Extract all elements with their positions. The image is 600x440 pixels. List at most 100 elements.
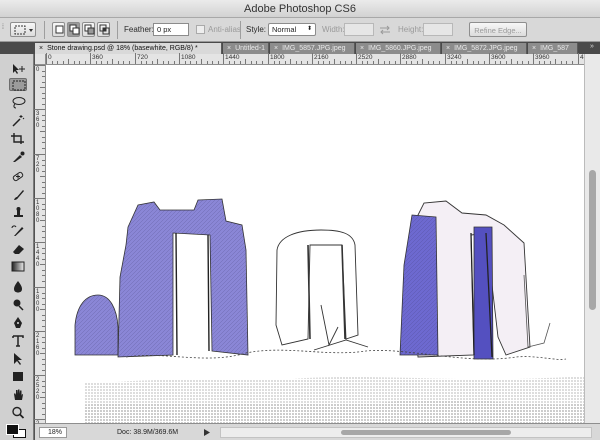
intersect-selection-button[interactable] xyxy=(97,22,110,37)
ruler-minor-tick xyxy=(42,93,45,94)
document-tab[interactable]: × Stone drawing.psd @ 18% (basewhite, RGB… xyxy=(35,43,222,54)
ruler-tick-label: 3240 xyxy=(447,54,462,61)
antialias-checkbox[interactable] xyxy=(196,25,205,34)
path-selection-button[interactable] xyxy=(9,352,27,365)
zoom-level-field[interactable]: 18% xyxy=(39,427,67,438)
ruler-minor-tick xyxy=(362,61,363,64)
ruler-minor-tick xyxy=(411,61,412,64)
horizontal-ruler[interactable]: 0 360 720 1080 1440 1800 2160 2520 2880 3240 3600 3… xyxy=(46,53,594,65)
ruler-minor-tick xyxy=(340,61,341,64)
clone-stamp-button[interactable] xyxy=(9,206,27,219)
document-tab-label: Stone drawing.psd @ 18% (basewhite, RGB/… xyxy=(47,45,198,52)
lasso-tool-button[interactable] xyxy=(9,96,27,109)
move-tool-icon xyxy=(13,64,25,74)
status-bar: 18% Doc: 38.9M/369.6M xyxy=(35,423,600,440)
width-input[interactable] xyxy=(344,23,374,36)
style-select[interactable]: Normal ⬍ xyxy=(268,23,316,36)
ruler-minor-tick xyxy=(42,215,45,216)
ruler-minor-tick xyxy=(473,61,474,64)
dodge-button[interactable] xyxy=(9,298,27,311)
zoom-tool-button[interactable] xyxy=(9,406,27,419)
vertical-scrollbar[interactable] xyxy=(584,54,600,423)
eraser-button[interactable] xyxy=(9,242,27,255)
document-tab-label: IMG_5872.JPG.jpeg xyxy=(454,45,518,52)
vertical-scroll-thumb[interactable] xyxy=(589,170,596,310)
more-tabs-icon[interactable]: » xyxy=(590,43,594,50)
ruler-minor-tick xyxy=(96,61,97,64)
ruler-tick-label: 2880 xyxy=(402,54,417,61)
eyedropper-button[interactable] xyxy=(9,150,27,163)
ruler-origin[interactable] xyxy=(35,54,46,65)
blur-button[interactable] xyxy=(9,280,27,293)
healing-brush-button[interactable] xyxy=(9,170,27,183)
ruler-minor-tick xyxy=(451,61,452,64)
ruler-minor-tick xyxy=(42,259,45,260)
close-tab-icon[interactable]: × xyxy=(360,43,364,54)
ruler-minor-tick xyxy=(262,61,263,64)
crop-tool-button[interactable] xyxy=(9,132,27,145)
hand-tool-button[interactable] xyxy=(9,388,27,401)
horizontal-scroll-thumb[interactable] xyxy=(341,430,511,435)
ruler-tick-label: 360 xyxy=(92,54,103,61)
ruler-minor-tick xyxy=(118,61,119,64)
ruler-minor-tick xyxy=(42,326,45,327)
ruler-tick-label: 3600 xyxy=(491,54,506,61)
ruler-minor-tick xyxy=(42,120,45,121)
tool-preset-picker[interactable] xyxy=(10,22,36,37)
height-input[interactable] xyxy=(423,23,453,36)
vertical-ruler[interactable]: 0360720108014401800216025202880 xyxy=(34,65,46,440)
ruler-minor-tick xyxy=(42,281,45,282)
new-selection-button[interactable] xyxy=(52,22,65,37)
style-select-value: Normal xyxy=(272,25,297,34)
pen-tool-button[interactable] xyxy=(9,316,27,329)
marquee-tool-button[interactable] xyxy=(9,78,27,91)
ruler-minor-tick xyxy=(123,61,124,64)
ruler-minor-tick xyxy=(42,364,45,365)
ruler-minor-tick xyxy=(506,61,507,64)
feather-input[interactable]: 0 px xyxy=(153,23,189,36)
ruler-minor-tick xyxy=(384,61,385,64)
ruler-minor-tick xyxy=(52,61,53,64)
ruler-minor-tick xyxy=(42,392,45,393)
dodge-icon xyxy=(13,299,24,311)
width-label: Width: xyxy=(322,25,345,34)
document-canvas[interactable] xyxy=(46,65,584,423)
add-selection-button[interactable] xyxy=(67,22,80,37)
refine-edge-button[interactable]: Refine Edge... xyxy=(469,22,527,37)
horizontal-scrollbar[interactable] xyxy=(220,427,592,438)
ruler-minor-tick xyxy=(245,59,246,64)
ruler-minor-tick xyxy=(517,61,518,64)
ruler-minor-tick xyxy=(417,61,418,64)
brush-tool-button[interactable] xyxy=(9,188,27,201)
move-tool-button[interactable] xyxy=(9,62,27,75)
ruler-minor-tick xyxy=(42,171,45,172)
ruler-minor-tick xyxy=(40,87,45,88)
stone-drawing-artwork xyxy=(74,198,584,423)
ruler-minor-tick xyxy=(318,61,319,64)
close-tab-icon[interactable]: × xyxy=(274,43,278,54)
ruler-minor-tick xyxy=(42,82,45,83)
ruler-minor-tick xyxy=(500,61,501,64)
document-tab[interactable]: × IMG_587 xyxy=(528,43,578,54)
close-tab-icon[interactable]: × xyxy=(227,43,231,54)
rectangle-shape-button[interactable] xyxy=(9,370,27,383)
foreground-color-swatch[interactable] xyxy=(6,424,19,435)
status-menu-arrow-icon[interactable] xyxy=(203,427,211,438)
magic-wand-button[interactable] xyxy=(9,114,27,127)
type-tool-button[interactable] xyxy=(9,334,27,347)
ruler-minor-tick xyxy=(42,275,45,276)
subtract-selection-button[interactable] xyxy=(82,22,95,37)
ruler-minor-tick xyxy=(68,59,69,64)
swap-dimensions-icon[interactable] xyxy=(378,24,392,36)
close-tab-icon[interactable]: × xyxy=(446,43,450,54)
document-tab[interactable]: × IMG_5860.JPG.jpeg xyxy=(356,43,441,54)
ruler-minor-tick xyxy=(42,204,45,205)
document-tab[interactable]: × Untitled-1 xyxy=(223,43,269,54)
ruler-minor-tick xyxy=(40,176,45,177)
ruler-tick-label: 1080 xyxy=(181,54,196,61)
gradient-button[interactable] xyxy=(9,260,27,273)
ruler-minor-tick xyxy=(395,61,396,64)
document-tab[interactable]: × IMG_5872.JPG.jpeg xyxy=(442,43,527,54)
history-brush-button[interactable] xyxy=(9,224,27,237)
close-tab-icon[interactable]: × xyxy=(39,43,43,54)
